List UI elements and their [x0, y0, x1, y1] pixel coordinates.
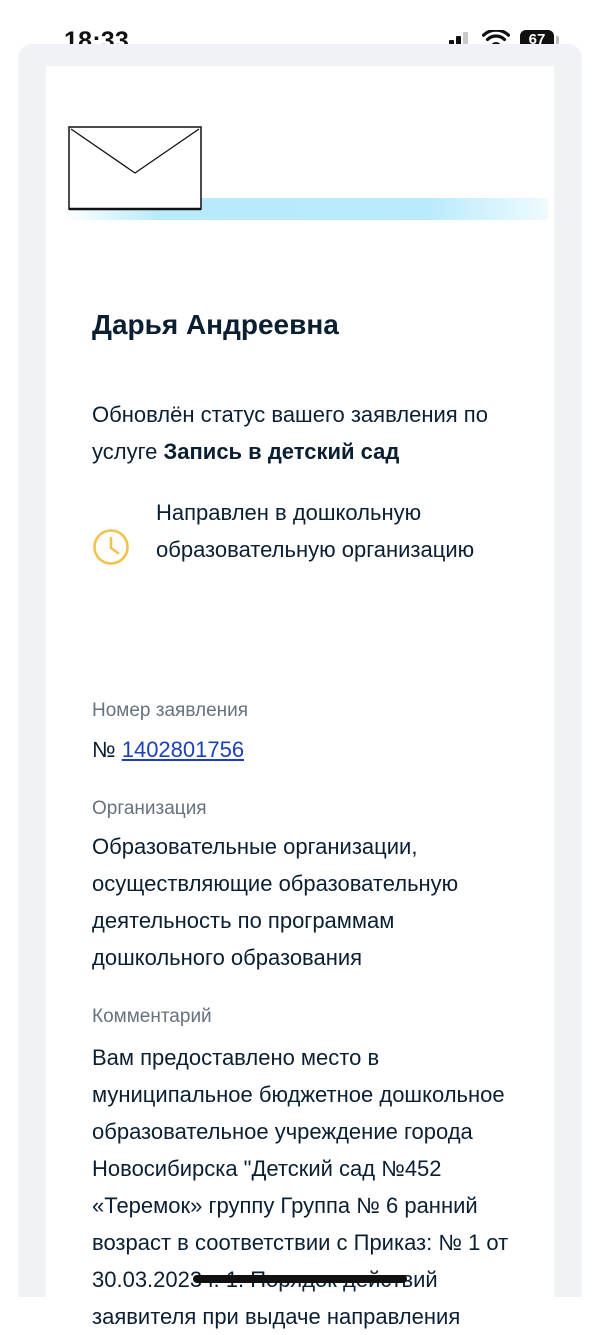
organization-value: Образовательные организации, осуществляю… [92, 834, 459, 970]
envelope-icon [68, 126, 202, 211]
status-update-text: Обновлён статус вашего заявления по услу… [92, 396, 522, 470]
comment-value: Вам предоставлено место в муниципальное … [92, 1045, 509, 1329]
number-prefix: № [92, 737, 122, 762]
service-name: Запись в детский сад [163, 439, 400, 464]
application-number-link[interactable]: 1402801756 [122, 737, 244, 762]
status-text: Направлен в дошкольную образовательную о… [156, 500, 475, 562]
application-number-label: Номер заявления [92, 700, 249, 721]
organization-label: Организация [92, 798, 207, 819]
application-number: № 1402801756 [92, 731, 522, 768]
email-header-illustration [46, 66, 554, 306]
clock-icon [93, 529, 129, 565]
email-card: Дарья Андреевна Обновлён статус вашего з… [46, 66, 554, 1329]
recipient-name: Дарья Андреевна [92, 309, 339, 340]
home-indicator[interactable] [193, 1275, 407, 1283]
comment-label: Комментарий [92, 1006, 212, 1027]
